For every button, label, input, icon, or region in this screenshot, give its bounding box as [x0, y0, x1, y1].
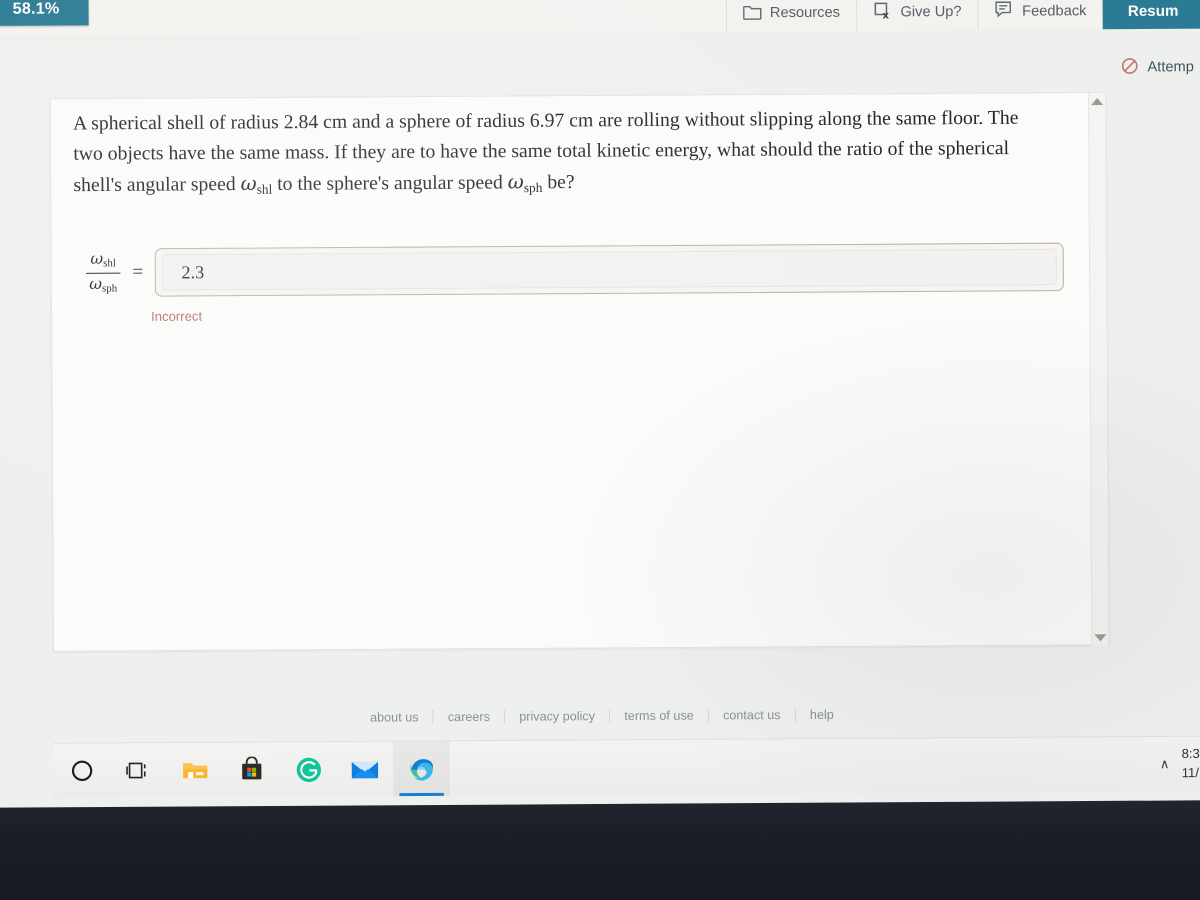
monitor-photo: 58.1% Resources x Give Up? Feedback Resu… [0, 0, 1200, 900]
footer-link-terms-of-use[interactable]: terms of use [609, 708, 708, 724]
answer-input-inner[interactable]: 2.3 [162, 248, 1058, 291]
feedback-label: Feedback [1022, 3, 1087, 20]
svg-text:x: x [882, 10, 889, 19]
progress-badge: 58.1% [0, 0, 89, 27]
equals-sign: = [132, 261, 144, 283]
clock-time: 8:3 [1181, 745, 1200, 761]
fraction-numerator: ωshl [87, 250, 119, 273]
resources-label: Resources [769, 4, 840, 22]
question-text: A spherical shell of radius 2.84 cm and … [73, 103, 1048, 202]
clock-date: 11/1 [1181, 764, 1200, 780]
ratio-fraction: ωshl ωsph [86, 250, 121, 296]
microsoft-store-icon[interactable] [223, 742, 280, 797]
task-view-icon[interactable] [110, 743, 167, 798]
file-explorer-icon[interactable] [167, 743, 224, 798]
footer-link-privacy-policy[interactable]: privacy policy [504, 709, 610, 724]
omega-shell-symbol: ω [240, 172, 257, 196]
footer-link-about-us[interactable]: about us [356, 710, 433, 725]
toolbar-actions: Resources x Give Up? Feedback Resum [725, 0, 1200, 32]
radius-sphere-value: 6.97 cm [529, 110, 594, 132]
omega-shell-subscript: shl [256, 181, 273, 198]
answer-value: 2.3 [181, 261, 205, 282]
box-x-icon: x [873, 1, 892, 23]
give-up-label: Give Up? [900, 3, 962, 21]
attempt-label: Attemp [1147, 59, 1194, 76]
question-line1-c: are rolling without slipping along the s… [593, 107, 1019, 132]
attempt-bar: Attemp [1107, 49, 1200, 86]
radius-shell-value: 2.84 cm [283, 111, 348, 134]
numerator-omega-symbol: ω [90, 249, 104, 269]
footer-links: about us careers privacy policy terms of… [0, 705, 1200, 727]
question-line3-c: be? [542, 172, 575, 194]
answer-row: ωshl ωsph = 2.3 [86, 242, 1065, 297]
cortana-icon[interactable] [54, 743, 111, 798]
question-line1-a: A spherical shell of radius [73, 112, 284, 135]
footer-link-contact-us[interactable]: contact us [707, 707, 795, 723]
footer-link-help[interactable]: help [794, 707, 848, 723]
card-scrollbar[interactable] [1087, 92, 1109, 647]
mail-icon[interactable] [336, 742, 393, 797]
progress-value: 58.1% [12, 0, 60, 18]
resources-button[interactable]: Resources [725, 0, 857, 32]
question-line1-b: and a sphere of radius [347, 110, 530, 133]
scroll-up-arrow-icon[interactable] [1091, 97, 1104, 106]
footer-link-careers[interactable]: careers [432, 709, 505, 725]
scroll-down-arrow-icon[interactable] [1094, 634, 1107, 642]
resume-label: Resum [1127, 2, 1179, 20]
comment-icon [995, 1, 1014, 23]
fraction-denominator: ωsph [86, 272, 121, 296]
denominator-omega-symbol: ω [89, 274, 103, 293]
top-toolbar: 58.1% Resources x Give Up? Feedback Resu… [0, 0, 1200, 37]
give-up-button[interactable]: x Give Up? [855, 0, 978, 31]
monitor-bezel-bottom [0, 795, 1200, 900]
numerator-subscript: shl [103, 257, 116, 270]
question-card: A spherical shell of radius 2.84 cm and … [49, 91, 1110, 652]
omega-sphere-symbol: ω [507, 170, 524, 194]
folder-icon [742, 3, 762, 24]
answer-input[interactable]: 2.3 [155, 242, 1065, 297]
grammarly-icon[interactable] [280, 742, 337, 797]
no-entry-icon [1121, 57, 1138, 78]
feedback-button[interactable]: Feedback [977, 0, 1103, 31]
resume-button[interactable]: Resum [1102, 0, 1200, 30]
screen: 58.1% Resources x Give Up? Feedback Resu… [0, 0, 1200, 808]
windows-taskbar [53, 735, 1200, 799]
show-hidden-icons-chevron-icon[interactable]: ∧ [1160, 756, 1170, 772]
denominator-subscript: sph [101, 281, 118, 295]
omega-sphere-subscript: sph [523, 180, 543, 196]
status-badge: Incorrect [150, 308, 203, 324]
system-clock[interactable]: ∧ 8:3 11/1 [1087, 736, 1200, 792]
question-line2: two objects have the same mass. If they … [73, 138, 934, 166]
question-line3-b: to the sphere's angular speed [272, 172, 508, 196]
microsoft-edge-icon[interactable] [393, 741, 450, 797]
